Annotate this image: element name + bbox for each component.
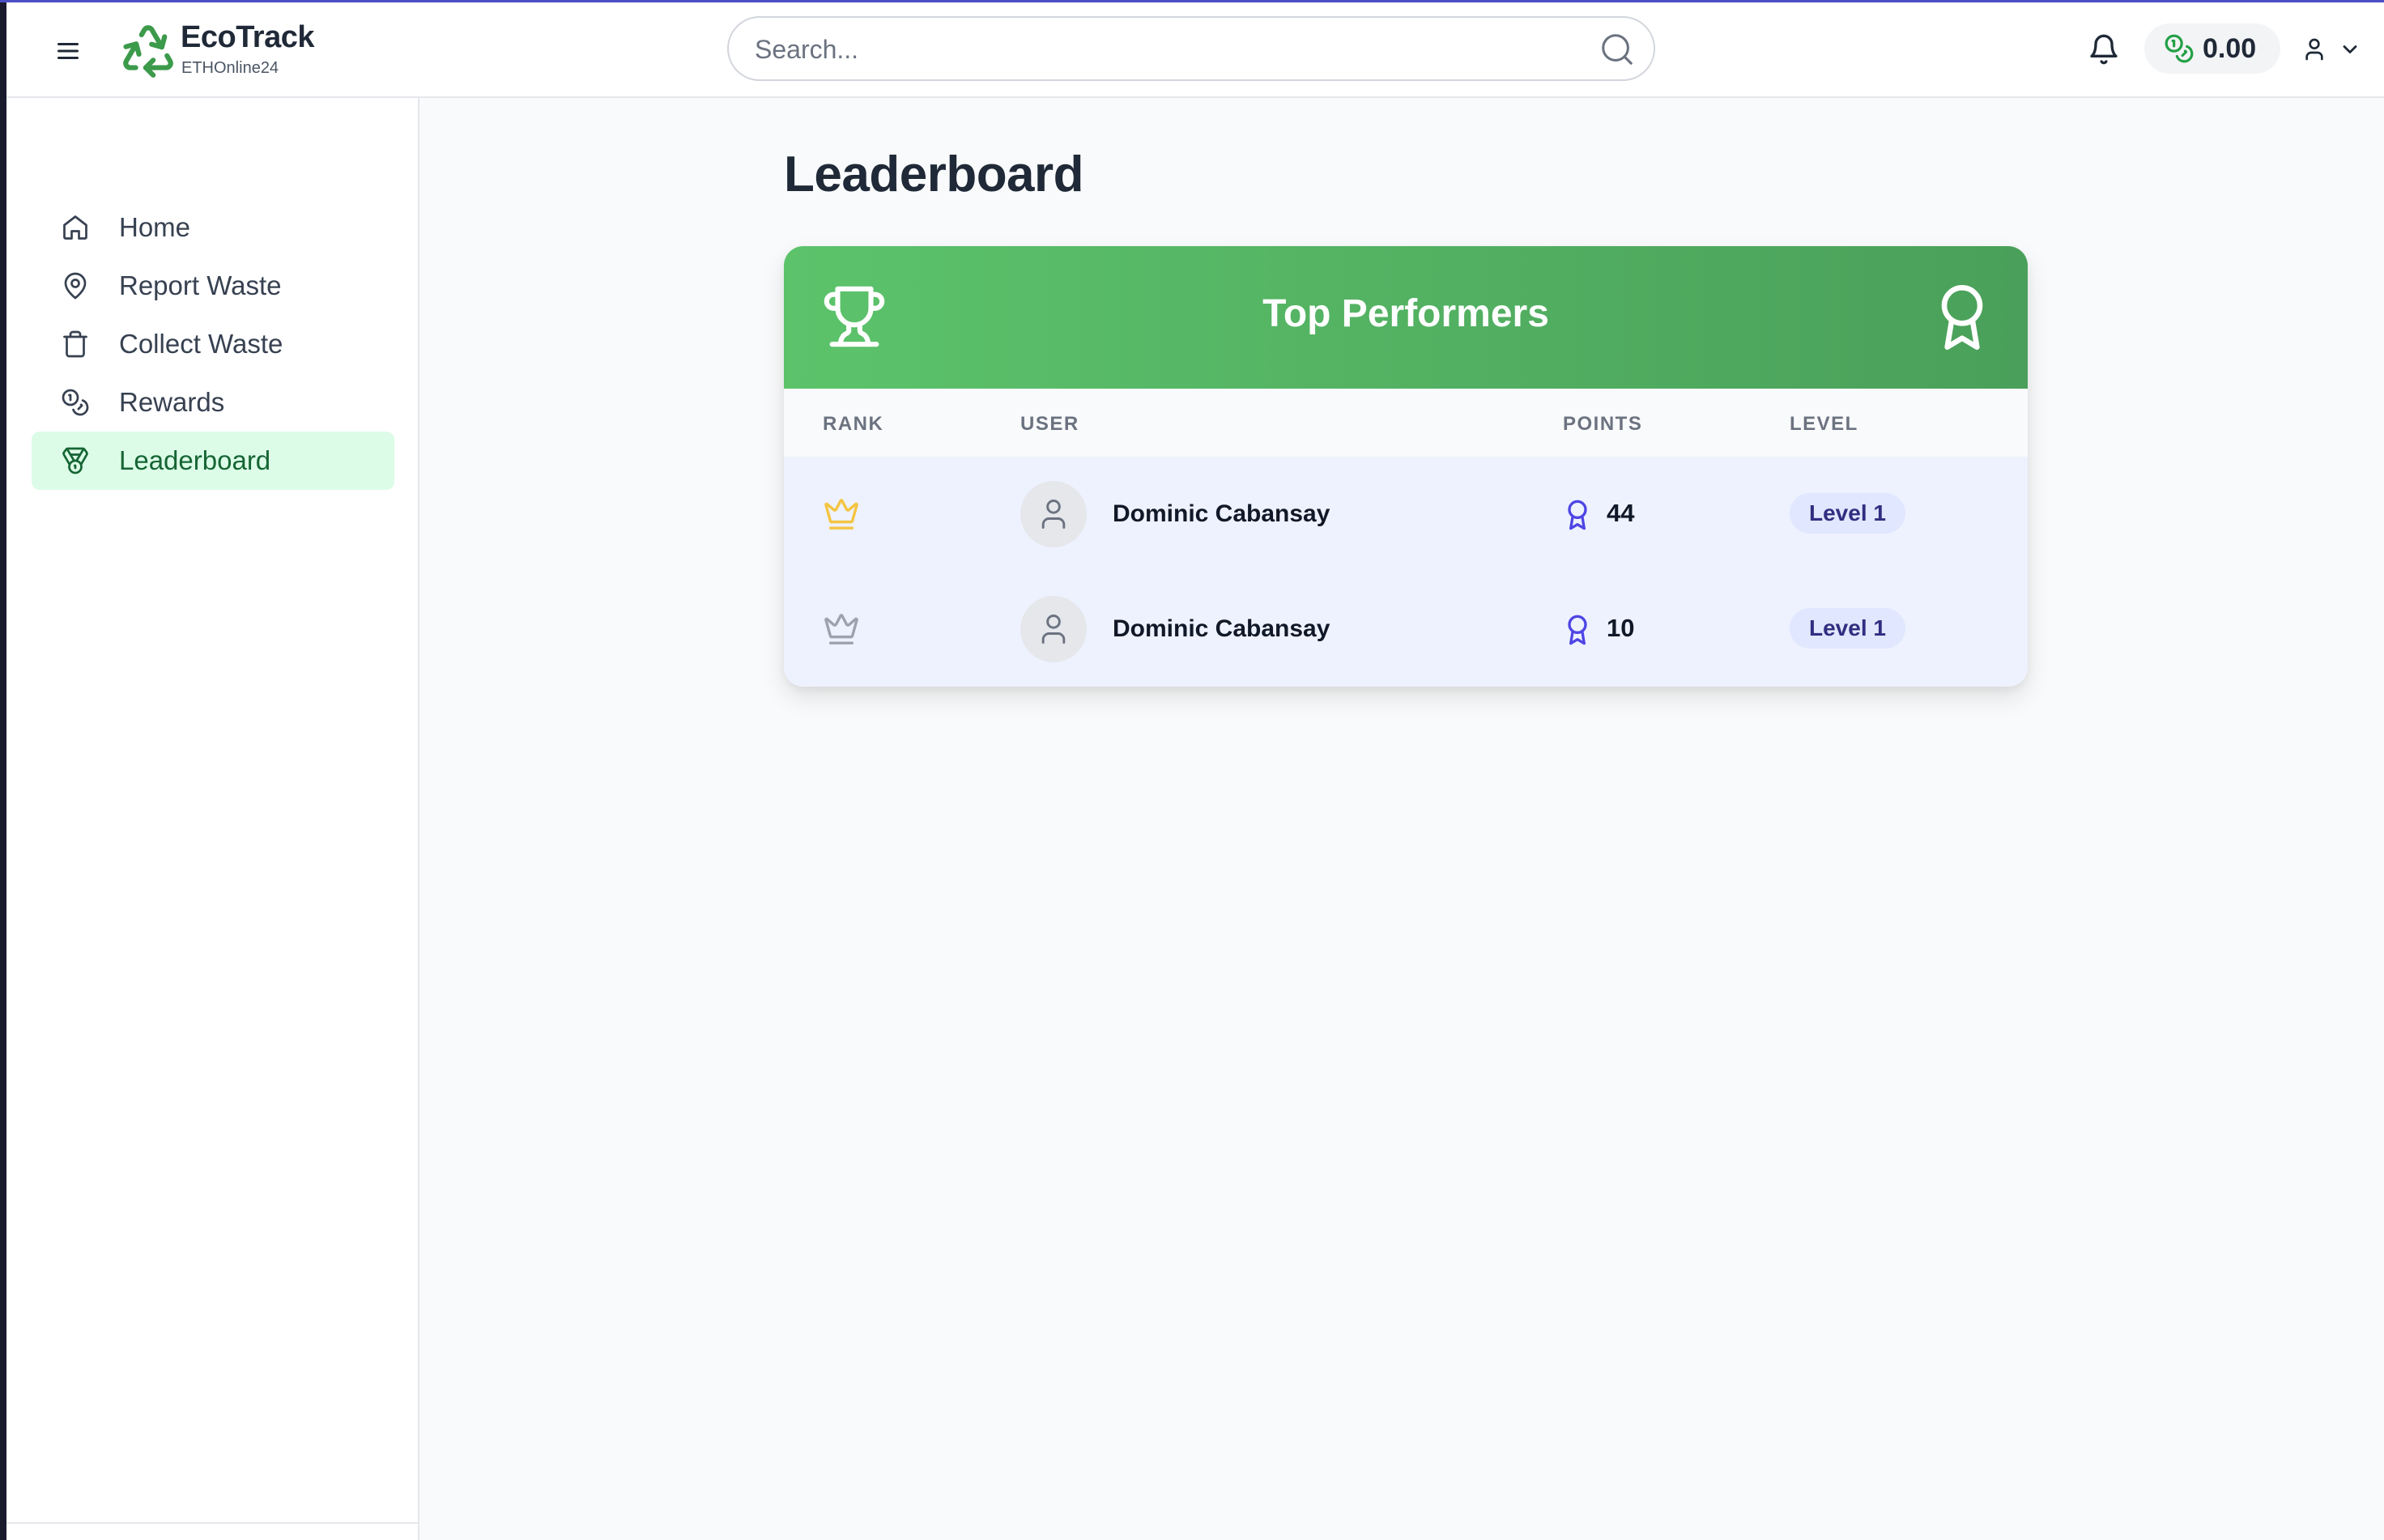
column-header-user: USER [1020,413,1079,435]
trash-icon [63,330,87,358]
crown-silver-icon [824,614,858,645]
crown-gold-icon [824,499,858,530]
map-pin-icon [64,272,87,300]
search-icon[interactable] [1599,31,1636,68]
user-icon [1041,500,1066,529]
sidebar: Home Report Waste Collect Waste Rewards [6,98,419,1540]
medal-icon [62,447,88,474]
leaderboard-card: Top Performers RANK USER POINTS LEVEL Do… [784,246,2028,687]
user-name: Dominic Cabansay [1113,500,1330,527]
table-header: RANK USER POINTS LEVEL [784,389,2028,457]
sidebar-item-report-waste[interactable]: Report Waste [32,257,394,315]
balance-amount: 0.00 [2203,32,2257,64]
menu-button[interactable] [49,32,87,70]
brand-subtitle: ETHOnline24 [181,59,279,77]
brand-name: EcoTrack [181,20,315,54]
sidebar-item-label: Home [119,212,191,242]
hamburger-icon [57,43,79,59]
column-header-points: POINTS [1563,413,1643,435]
avatar [1020,596,1087,662]
user-icon [1041,615,1066,644]
window-left-edge [0,0,6,1540]
sidebar-item-label: Leaderboard [119,445,271,475]
leaderboard-title: Top Performers [1262,292,1549,335]
points-value: 10 [1607,614,1635,642]
sidebar-divider [6,1522,418,1524]
avatar [1020,481,1087,547]
bell-icon[interactable] [2088,33,2120,66]
home-icon [63,215,87,240]
coins-icon [2165,34,2194,63]
sidebar-item-label: Report Waste [119,270,282,300]
sidebar-item-collect-waste[interactable]: Collect Waste [32,315,394,373]
user-menu-button[interactable] [2301,32,2374,67]
column-header-level: LEVEL [1790,413,1858,435]
points-value: 44 [1607,499,1635,527]
recycle-logo-icon [123,25,173,78]
sidebar-item-label: Collect Waste [119,329,283,359]
user-icon [2305,38,2323,61]
level-badge: Level 1 [1790,608,1905,649]
search-input[interactable] [753,29,1566,70]
award-icon [1941,285,1983,350]
user-name: Dominic Cabansay [1113,615,1330,642]
level-badge: Level 1 [1790,493,1905,534]
award-icon [1568,500,1587,530]
table-row: Dominic Cabansay 44 Level 1 [784,457,2028,572]
page-title: Leaderboard [784,147,1084,202]
sidebar-item-rewards[interactable]: Rewards [32,373,394,432]
sidebar-item-leaderboard[interactable]: Leaderboard [32,432,394,490]
coins-icon [62,389,89,416]
search-bar [727,16,1655,81]
award-icon [1568,615,1587,645]
top-header: EcoTrack ETHOnline24 0.00 [6,2,2384,98]
column-header-rank: RANK [823,413,884,435]
leaderboard-card-header: Top Performers [784,246,2028,389]
sidebar-item-label: Rewards [119,387,225,417]
chevron-down-icon [2343,45,2357,53]
balance-display[interactable]: 0.00 [2144,23,2280,74]
table-row: Dominic Cabansay 10 Level 1 [784,572,2028,687]
sidebar-item-home[interactable]: Home [32,198,394,257]
